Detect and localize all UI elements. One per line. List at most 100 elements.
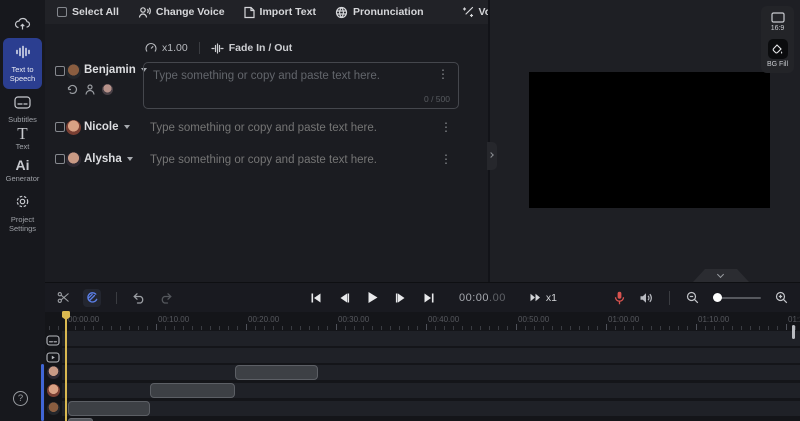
speed-control[interactable]: x1.00: [145, 42, 188, 54]
row-checkbox[interactable]: [55, 66, 65, 76]
fade-in-out-button[interactable]: Fade In / Out: [211, 42, 293, 54]
play-button[interactable]: [366, 291, 379, 304]
sidebar-item-subtitles[interactable]: Subtitles: [0, 96, 45, 125]
timeline-collapse-handle[interactable]: [693, 269, 749, 282]
ruler-label: 00:20.00: [248, 315, 280, 324]
next-frame-button[interactable]: [395, 292, 407, 304]
frame-forward-icon: [395, 293, 405, 302]
ai-icon: Ai: [15, 157, 30, 173]
ruler-label: 01:00.00: [608, 315, 640, 324]
record-voiceover-button[interactable]: [614, 291, 625, 305]
timeline-scroll-indicator[interactable]: [792, 325, 795, 339]
sidebar-item-text-to-speech[interactable]: Text to Speech: [3, 38, 42, 89]
playback-speed-button[interactable]: x1: [530, 292, 557, 304]
benjamin-track-avatar: [47, 402, 60, 415]
monitor-icon: [770, 12, 785, 23]
sidebar: Media Text to Speech Subtitles T Text Ai…: [0, 0, 45, 421]
timeline-zoom-slider[interactable]: [713, 293, 761, 302]
panel-expand-handle[interactable]: [487, 142, 497, 170]
pronunciation-button[interactable]: Pronunciation: [335, 6, 424, 19]
track-voice-alysha[interactable]: [62, 365, 800, 380]
pronunciation-label: Pronunciation: [352, 6, 424, 18]
skip-end-icon: [424, 293, 434, 302]
magic-swirl-icon: [87, 291, 98, 303]
tts-video-editor-app: Media Text to Speech Subtitles T Text Ai…: [0, 0, 800, 421]
previous-frame-button[interactable]: [338, 292, 350, 304]
skip-to-end-button[interactable]: [423, 292, 435, 304]
fade-icon: [211, 42, 224, 54]
skip-to-start-button[interactable]: [310, 292, 322, 304]
select-all-checkbox[interactable]: [57, 7, 67, 17]
edit-tools-group: [57, 283, 173, 312]
person-icon[interactable]: [85, 84, 95, 95]
track-voice-benjamin[interactable]: [62, 401, 800, 416]
tts-text-input[interactable]: [150, 122, 420, 134]
tts-text-input[interactable]: [144, 63, 458, 108]
row-menu-icon[interactable]: ⋮: [440, 153, 452, 165]
row-menu-icon[interactable]: ⋮: [437, 68, 449, 80]
ruler-major-tick: [516, 324, 517, 330]
fade-label: Fade In / Out: [228, 42, 293, 54]
timeline-clip[interactable]: [68, 401, 150, 416]
paint-bucket-icon: [772, 43, 783, 53]
timeline-clip[interactable]: [150, 383, 235, 398]
video-preview[interactable]: [529, 72, 770, 208]
ruler-major-tick: [156, 324, 157, 330]
tts-text-input[interactable]: [150, 154, 420, 166]
import-text-icon: [243, 6, 255, 18]
ruler-ticks: [45, 326, 800, 330]
ruler-major-tick: [606, 324, 607, 330]
voice-name-dropdown[interactable]: Alysha: [84, 153, 133, 165]
redo-button[interactable]: [159, 292, 173, 304]
ruler-label: 00:30.00: [338, 315, 370, 324]
subtitles-icon: [14, 96, 31, 109]
ruler-major-tick: [696, 324, 697, 330]
fast-forward-icon: [530, 293, 540, 302]
divider: [669, 290, 670, 305]
avatar: [66, 152, 81, 167]
ruler-major-tick: [786, 324, 787, 330]
transport-controls: 00:00.00 x1: [310, 283, 557, 312]
row-checkbox[interactable]: [55, 154, 65, 164]
timeline-clip[interactable]: [235, 365, 318, 380]
zoom-slider-knob[interactable]: [713, 293, 722, 302]
avatar: [66, 120, 81, 135]
sidebar-item-ai-generator[interactable]: Ai Generator: [0, 158, 45, 184]
track-video[interactable]: [62, 348, 800, 363]
change-voice-button[interactable]: Change Voice: [138, 6, 225, 19]
voice-name-dropdown[interactable]: Nicole: [84, 121, 130, 133]
aspect-ratio-button[interactable]: 16:9: [771, 12, 785, 32]
row-checkbox[interactable]: [55, 122, 65, 132]
voice-sample-avatar[interactable]: [102, 84, 113, 95]
microphone-icon: [614, 291, 625, 304]
import-text-button[interactable]: Import Text: [243, 6, 316, 19]
track-subtitle[interactable]: [62, 331, 800, 346]
voice-quick-actions: [67, 84, 113, 95]
bg-fill-button[interactable]: BG Fill: [767, 39, 788, 68]
track-selection-accent: [41, 364, 44, 421]
voice-row-alysha: Alysha ⋮: [45, 152, 488, 172]
sidebar-item-project-settings[interactable]: Project Settings: [0, 194, 45, 233]
select-all-control[interactable]: Select All: [57, 6, 119, 18]
auto-edit-button[interactable]: [83, 288, 101, 307]
history-icon[interactable]: [67, 84, 78, 95]
split-button[interactable]: [57, 291, 70, 304]
mute-button[interactable]: [639, 292, 653, 304]
voice-name-dropdown[interactable]: Benjamin: [84, 64, 147, 76]
zoom-in-button[interactable]: [775, 291, 788, 304]
timeline-right-tools: [614, 283, 788, 312]
zoom-in-icon: [775, 291, 788, 304]
tts-waveform-icon: [15, 45, 30, 59]
sidebar-item-text[interactable]: T Text: [0, 125, 45, 152]
alysha-track-avatar: [47, 366, 60, 379]
char-counter: 0 / 500: [424, 94, 450, 104]
row-menu-icon[interactable]: ⋮: [440, 121, 452, 133]
zoom-out-button[interactable]: [686, 291, 699, 304]
undo-button[interactable]: [132, 292, 146, 304]
help-button[interactable]: ?: [13, 391, 28, 406]
preview-panel: 16:9 BG Fill: [490, 0, 800, 282]
voice-row-nicole: Nicole ⋮: [45, 120, 488, 140]
playhead-line: [65, 312, 67, 421]
voice-enhancer-wand-icon: [462, 6, 473, 18]
timeline-ruler[interactable]: 00:00.00 00:10.00 00:20.00 00:30.00 00:40.00…: [45, 312, 800, 331]
